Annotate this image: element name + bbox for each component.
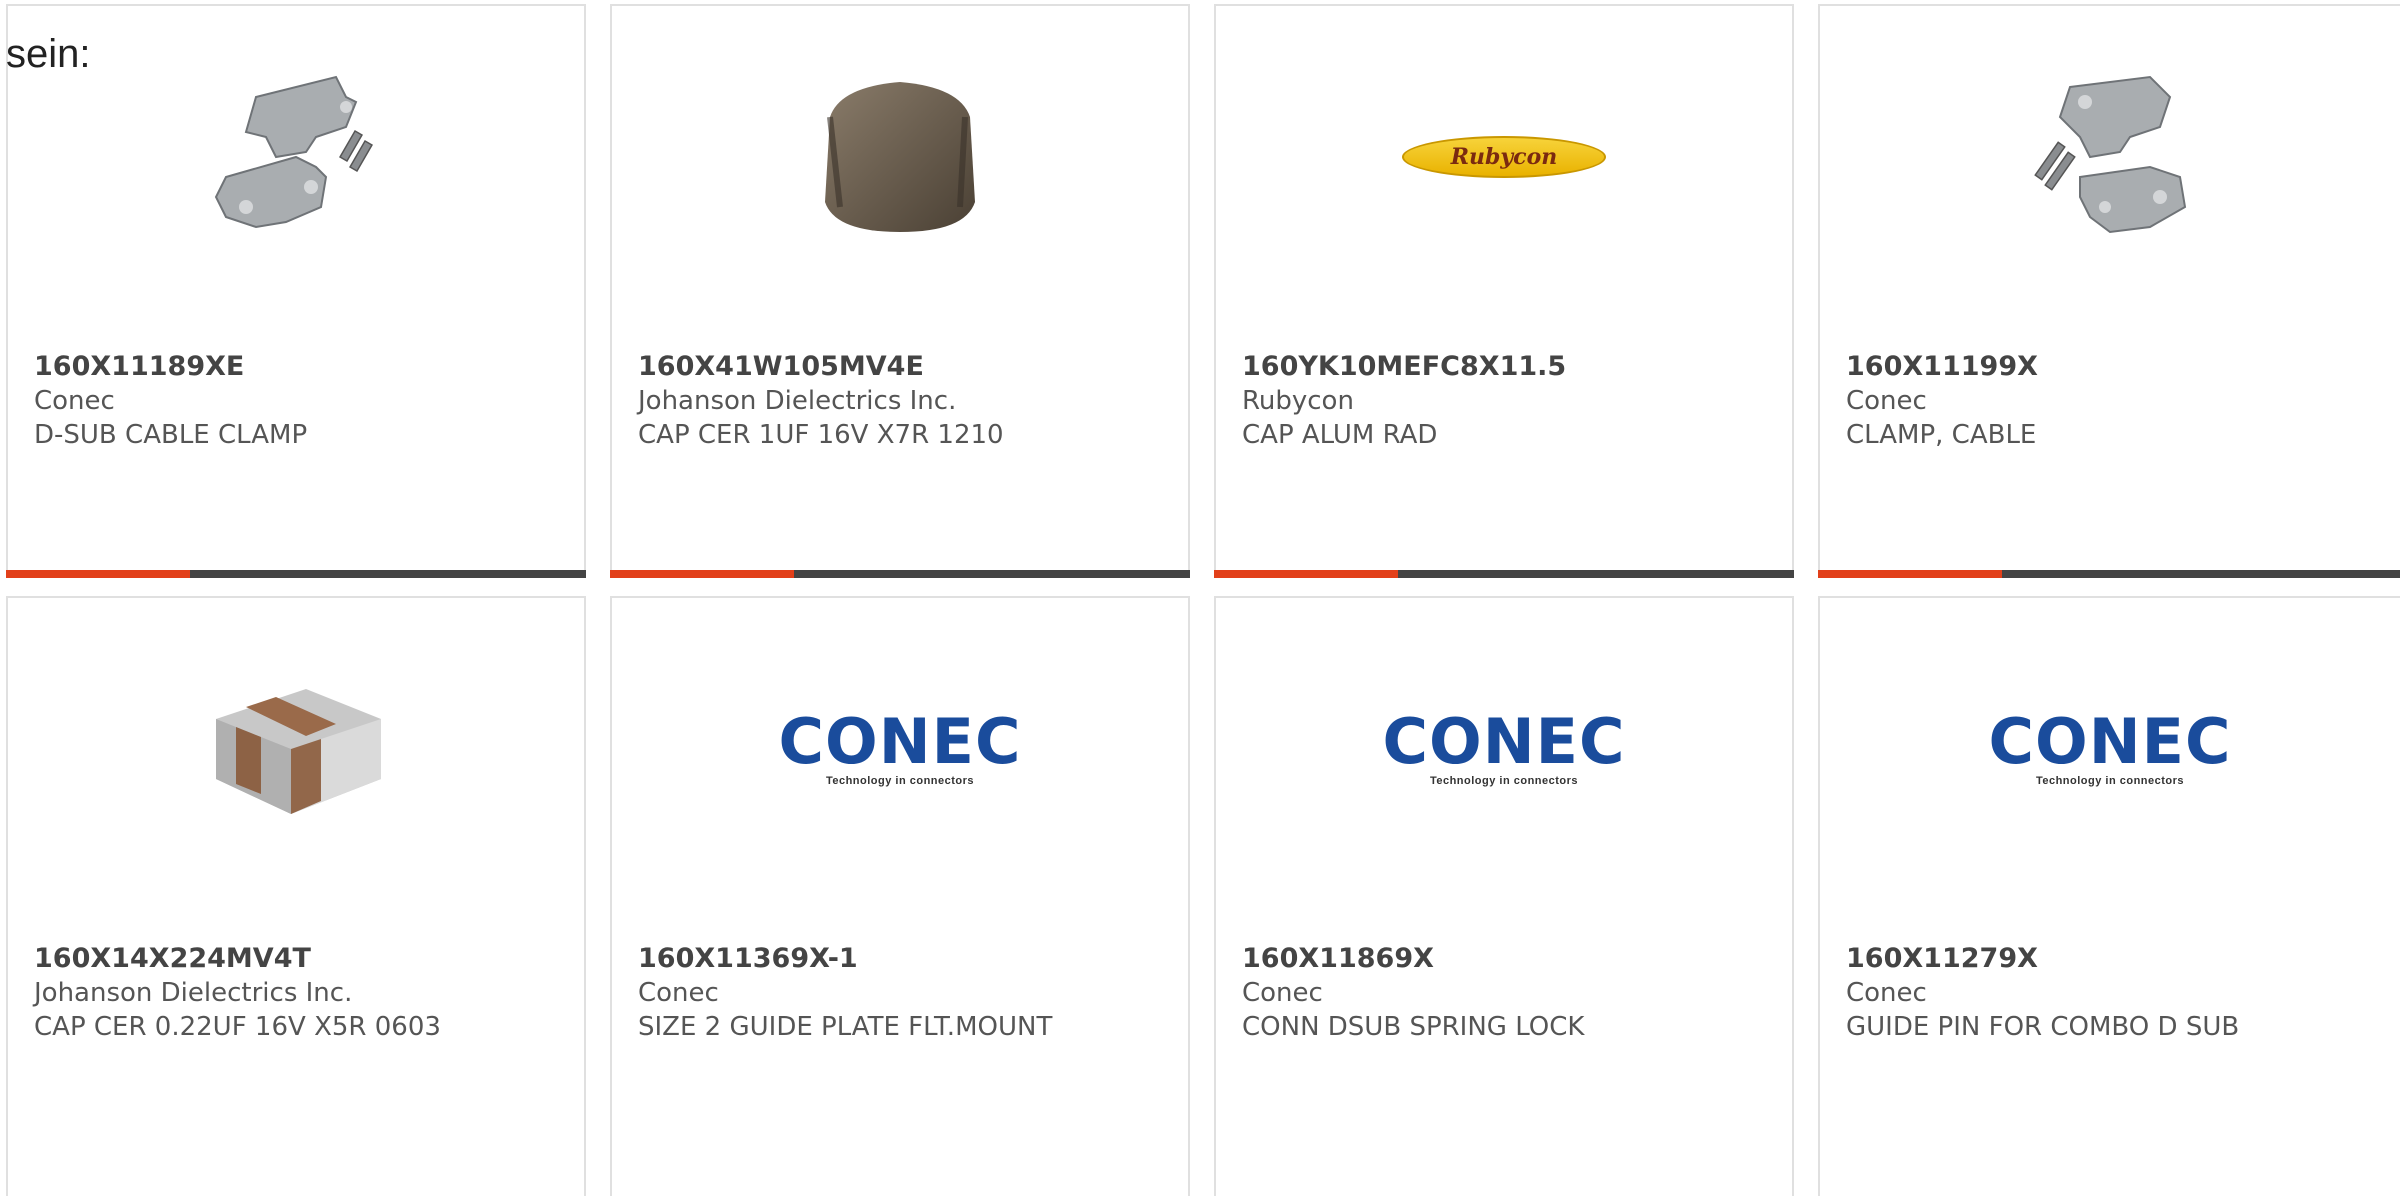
card-bar-accent <box>1818 570 2002 578</box>
product-image <box>1820 52 2400 262</box>
product-card[interactable]: CONEC Technology in connectors 160X11869… <box>1214 596 1794 1196</box>
manufacturer: Conec <box>1242 978 1323 1008</box>
card-bar <box>1214 570 1794 578</box>
part-number-link[interactable]: 160X11189XE <box>34 350 564 384</box>
part-number-link[interactable]: 160X14X224MV4T <box>34 942 564 976</box>
description: CAP ALUM RAD <box>1242 420 1438 450</box>
card-bar <box>610 570 1190 578</box>
card-bar-accent <box>6 570 190 578</box>
product-card[interactable]: 160X14X224MV4T Johanson Dielectrics Inc.… <box>6 596 586 1196</box>
card-bar <box>6 570 586 578</box>
product-card[interactable]: Rubycon 160YK10MEFC8X11.5 Rubycon CAP AL… <box>1214 4 1794 578</box>
product-card[interactable]: 160X41W105MV4E Johanson Dielectrics Inc.… <box>610 4 1190 578</box>
card-bar-accent <box>610 570 794 578</box>
manufacturer: Conec <box>1846 386 1927 416</box>
description: CONN DSUB SPRING LOCK <box>1242 1012 1585 1042</box>
product-info: 160X11869X Conec CONN DSUB SPRING LOCK <box>1242 942 1772 1044</box>
product-image: CONEC Technology in connectors <box>1820 644 2400 854</box>
card-bar-accent <box>1214 570 1398 578</box>
product-card[interactable]: CONEC Technology in connectors 160X11369… <box>610 596 1190 1196</box>
intro-text: sein: <box>6 32 91 76</box>
conec-logo: CONEC Technology in connectors <box>1382 705 1626 788</box>
product-image <box>612 52 1188 262</box>
product-info: 160X11199X Conec CLAMP, CABLE <box>1846 350 2380 452</box>
part-number-link[interactable]: 160X11369X-1 <box>638 942 1168 976</box>
cable-clamp-image <box>2034 75 2187 234</box>
part-number-link[interactable]: 160X41W105MV4E <box>638 350 1168 384</box>
manufacturer: Johanson Dielectrics Inc. <box>638 386 957 416</box>
part-number-link[interactable]: 160X11869X <box>1242 942 1772 976</box>
manufacturer: Johanson Dielectrics Inc. <box>34 978 353 1008</box>
manufacturer: Rubycon <box>1242 386 1354 416</box>
part-number-link[interactable]: 160X11279X <box>1846 942 2380 976</box>
product-info: 160X11189XE Conec D-SUB CABLE CLAMP <box>34 350 564 452</box>
description: D-SUB CABLE CLAMP <box>34 420 308 450</box>
manufacturer: Conec <box>34 386 115 416</box>
description: CAP CER 0.22UF 16V X5R 0603 <box>34 1012 441 1042</box>
product-image <box>8 644 584 854</box>
conec-logo: CONEC Technology in connectors <box>778 705 1022 788</box>
description: CAP CER 1UF 16V X7R 1210 <box>638 420 1004 450</box>
product-card[interactable]: CONEC Technology in connectors 160X11279… <box>1818 596 2400 1196</box>
part-number-link[interactable]: 160X11199X <box>1846 350 2380 384</box>
product-info: 160X11369X-1 Conec SIZE 2 GUIDE PLATE FL… <box>638 942 1168 1044</box>
description: SIZE 2 GUIDE PLATE FLT.MOUNT <box>638 1012 1053 1042</box>
product-card[interactable]: 160X11199X Conec CLAMP, CABLE <box>1818 4 2400 578</box>
rubycon-logo: Rubycon <box>1402 136 1606 178</box>
part-number-link[interactable]: 160YK10MEFC8X11.5 <box>1242 350 1772 384</box>
description: GUIDE PIN FOR COMBO D SUB <box>1846 1012 2240 1042</box>
manufacturer: Conec <box>638 978 719 1008</box>
product-info: 160X11279X Conec GUIDE PIN FOR COMBO D S… <box>1846 942 2380 1044</box>
chip-component-image <box>216 689 381 814</box>
product-info: 160X14X224MV4T Johanson Dielectrics Inc.… <box>34 942 564 1044</box>
product-card[interactable]: 160X11189XE Conec D-SUB CABLE CLAMP <box>6 4 586 578</box>
product-info: 160X41W105MV4E Johanson Dielectrics Inc.… <box>638 350 1168 452</box>
manufacturer: Conec <box>1846 978 1927 1008</box>
product-info: 160YK10MEFC8X11.5 Rubycon CAP ALUM RAD <box>1242 350 1772 452</box>
card-bar <box>1818 570 2400 578</box>
product-image <box>8 52 584 262</box>
product-image: CONEC Technology in connectors <box>1216 644 1792 854</box>
description: CLAMP, CABLE <box>1846 420 2037 450</box>
product-image: CONEC Technology in connectors <box>612 644 1188 854</box>
ceramic-capacitor-image <box>825 82 975 232</box>
product-image: Rubycon <box>1216 52 1792 262</box>
cable-clamp-image <box>214 75 373 229</box>
conec-logo: CONEC Technology in connectors <box>1988 705 2232 788</box>
